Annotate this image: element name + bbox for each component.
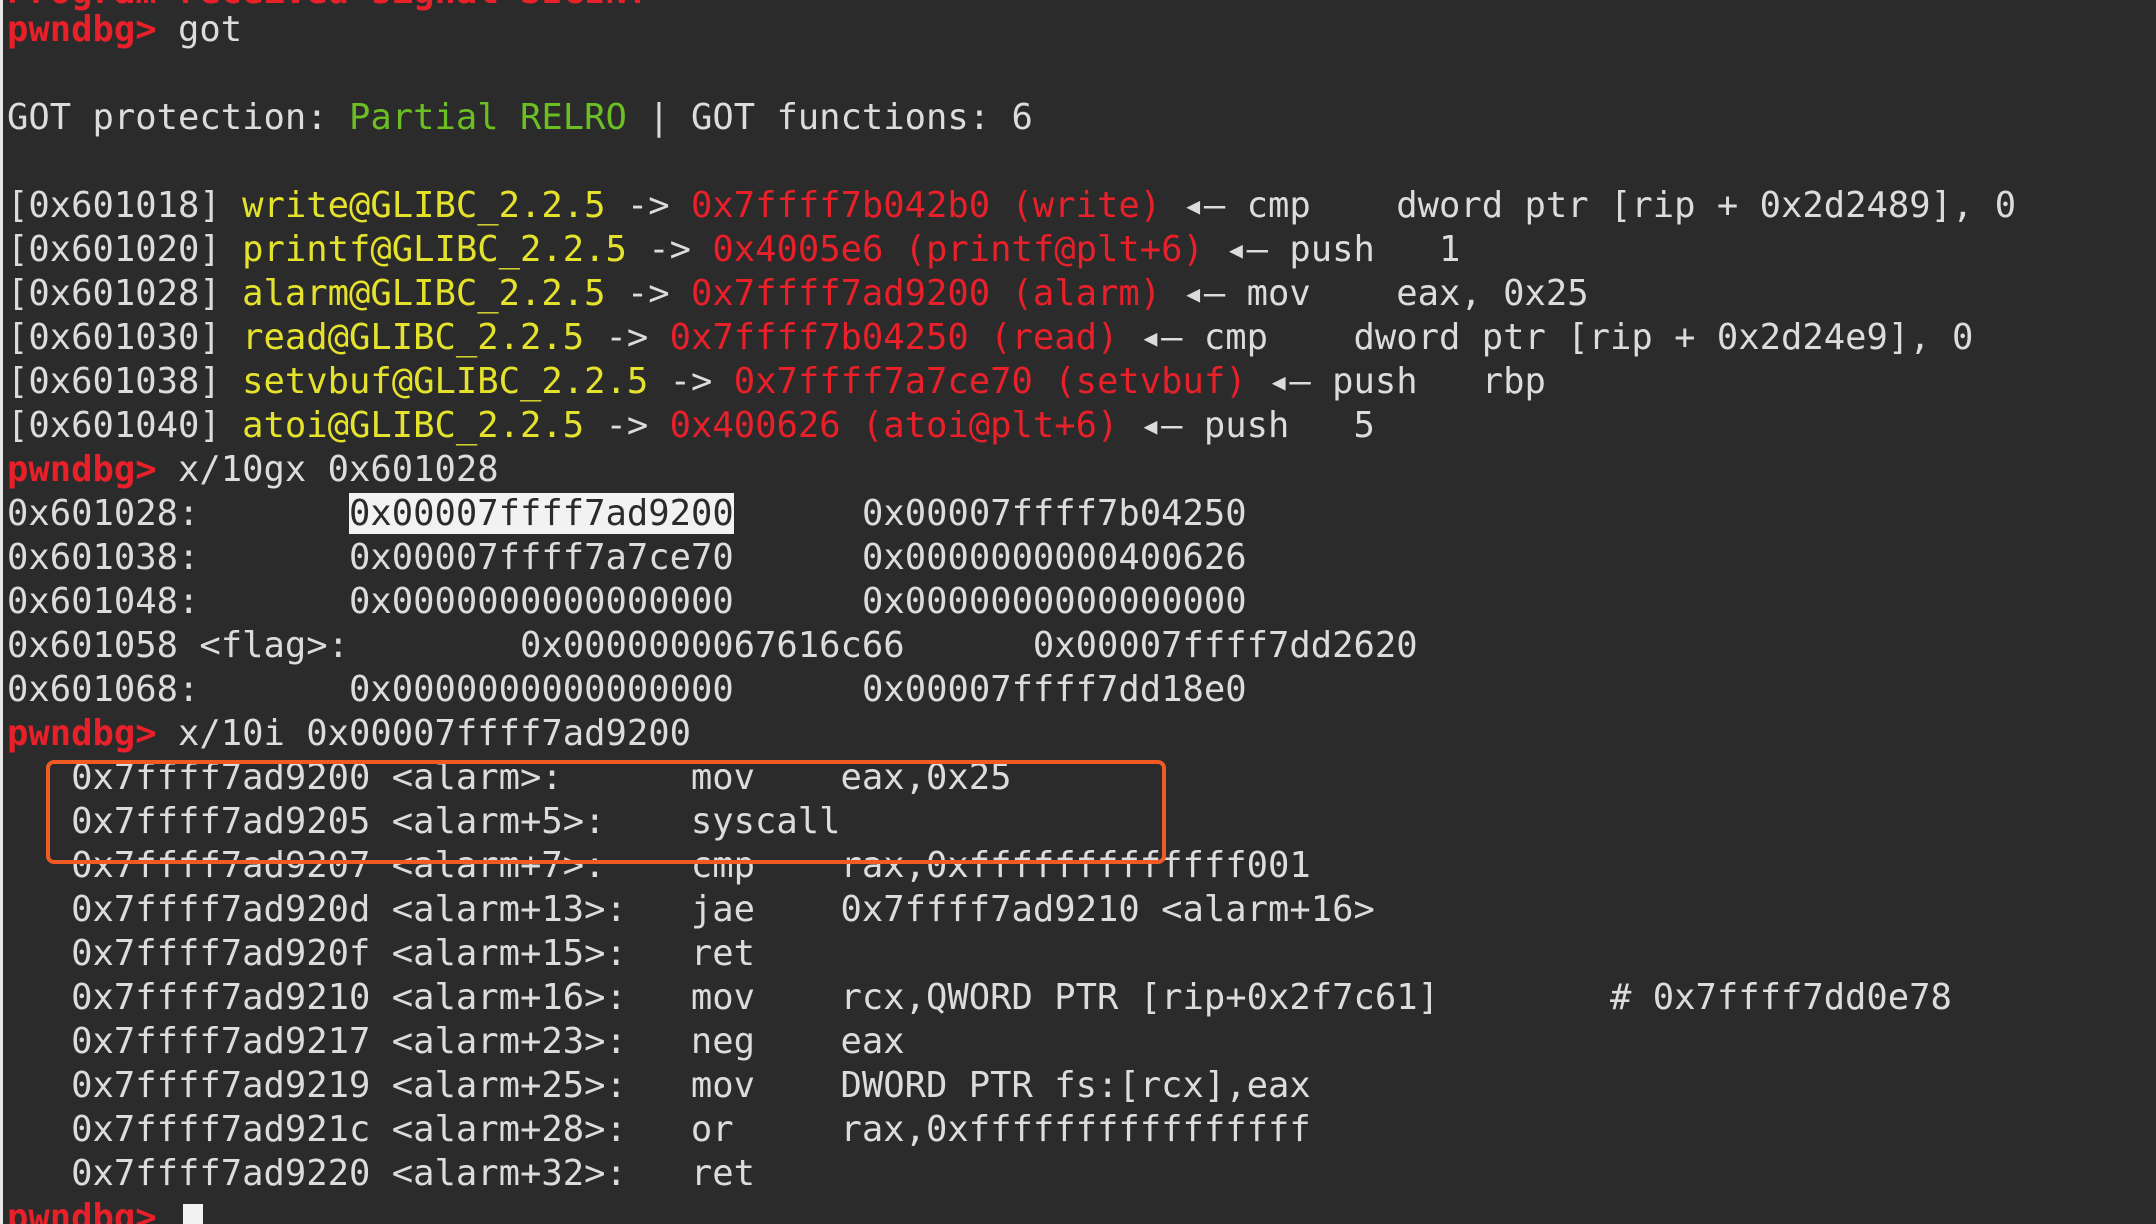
got-arrow: -> bbox=[584, 317, 670, 358]
memory-row: 0x601068: 0x0000000000000000 0x00007ffff… bbox=[7, 668, 1247, 712]
memory-value: 0x00007ffff7dd18e0 bbox=[861, 669, 1247, 710]
got-instruction: ◂— push 1 bbox=[1203, 229, 1461, 270]
got-entry: [0x601028] alarm@GLIBC_2.2.5 -> 0x7ffff7… bbox=[7, 272, 1589, 316]
got-arrow: -> bbox=[584, 405, 670, 446]
memory-row: 0x601028: 0x00007ffff7ad9200 0x00007ffff… bbox=[7, 492, 1247, 536]
got-symbol: setvbuf@GLIBC_2.2.5 bbox=[242, 361, 649, 402]
memory-value: 0x0000000067616c66 bbox=[519, 625, 905, 666]
got-instruction: ◂— push rbp bbox=[1246, 361, 1546, 402]
memory-row: 0x601058 <flag>: 0x0000000067616c66 0x00… bbox=[7, 624, 1418, 668]
asm-row: 0x7ffff7ad920f <alarm+15>: ret bbox=[7, 933, 756, 974]
got-arrow: -> bbox=[626, 229, 713, 270]
memory-value: 0x0000000000400626 bbox=[861, 537, 1247, 578]
prompt: pwndbg> bbox=[7, 713, 157, 754]
command-text: x/10gx 0x601028 bbox=[178, 449, 499, 490]
got-slot: [0x601038] bbox=[7, 361, 221, 402]
memory-value: 0x00007ffff7a7ce70 bbox=[348, 537, 734, 578]
got-target: 0x400626 (atoi@plt+6) bbox=[669, 405, 1119, 446]
got-entry: [0x601040] atoi@GLIBC_2.2.5 -> 0x400626 … bbox=[7, 404, 1375, 448]
got-entry: [0x601038] setvbuf@GLIBC_2.2.5 -> 0x7fff… bbox=[7, 360, 1546, 404]
got-target: 0x7ffff7b042b0 (write) bbox=[690, 185, 1162, 226]
asm-row: 0x7ffff7ad9210 <alarm+16>: mov rcx,QWORD… bbox=[7, 977, 1952, 1018]
got-entry: [0x601030] read@GLIBC_2.2.5 -> 0x7ffff7b… bbox=[7, 316, 1973, 360]
asm-row: 0x7ffff7ad9219 <alarm+25>: mov DWORD PTR… bbox=[7, 1065, 1311, 1106]
memory-value-selected[interactable]: 0x00007ffff7ad9200 bbox=[348, 493, 734, 534]
got-target: 0x4005e6 (printf@plt+6) bbox=[712, 229, 1204, 270]
got-target: 0x7ffff7a7ce70 (setvbuf) bbox=[733, 361, 1247, 402]
command-text: got bbox=[178, 9, 243, 50]
got-instruction: ◂— cmp dword ptr [rip + 0x2d24e9], 0 bbox=[1118, 317, 1974, 358]
got-slot: [0x601040] bbox=[7, 405, 221, 446]
got-slot: [0x601028] bbox=[7, 273, 221, 314]
got-slot: [0x601030] bbox=[7, 317, 221, 358]
memory-value: 0x0000000000000000 bbox=[861, 581, 1247, 622]
memory-value: 0x0000000000000000 bbox=[348, 669, 734, 710]
got-arrow: -> bbox=[648, 361, 734, 402]
command-line-got: pwndbg> got bbox=[7, 8, 242, 52]
memory-row: 0x601048: 0x0000000000000000 0x000000000… bbox=[7, 580, 1247, 624]
memory-value: 0x00007ffff7dd2620 bbox=[1032, 625, 1418, 666]
got-functions-count: | GOT functions: 6 bbox=[626, 97, 1033, 138]
got-entry: [0x601018] write@GLIBC_2.2.5 -> 0x7ffff7… bbox=[7, 184, 2016, 228]
asm-row: 0x7ffff7ad920d <alarm+13>: jae 0x7ffff7a… bbox=[7, 889, 1375, 930]
memory-address: 0x601068: bbox=[7, 669, 200, 710]
asm-row: 0x7ffff7ad9220 <alarm+32>: ret bbox=[7, 1153, 756, 1194]
command-line-current[interactable]: pwndbg> bbox=[7, 1196, 157, 1224]
got-slot: [0x601018] bbox=[7, 185, 221, 226]
got-symbol: alarm@GLIBC_2.2.5 bbox=[242, 273, 606, 314]
got-symbol: read@GLIBC_2.2.5 bbox=[242, 317, 585, 358]
memory-value: 0x0000000000000000 bbox=[348, 581, 734, 622]
got-entry: [0x601020] printf@GLIBC_2.2.5 -> 0x4005e… bbox=[7, 228, 1460, 272]
highlight-box bbox=[46, 760, 1166, 864]
got-slot: [0x601020] bbox=[7, 229, 221, 270]
got-target: 0x7ffff7b04250 (read) bbox=[669, 317, 1119, 358]
command-line-xi: pwndbg> x/10i 0x00007ffff7ad9200 bbox=[7, 712, 691, 756]
got-protection-line: GOT protection: Partial RELRO | GOT func… bbox=[7, 96, 1033, 140]
prompt: pwndbg> bbox=[7, 1197, 157, 1224]
asm-row: 0x7ffff7ad921c <alarm+28>: or rax,0xffff… bbox=[7, 1109, 1311, 1150]
prompt: pwndbg> bbox=[7, 9, 157, 50]
got-target: 0x7ffff7ad9200 (alarm) bbox=[690, 273, 1162, 314]
got-arrow: -> bbox=[605, 273, 691, 314]
got-protection-label: GOT protection: bbox=[7, 97, 349, 138]
relro-status: Partial RELRO bbox=[348, 97, 627, 138]
memory-value: 0x00007ffff7b04250 bbox=[861, 493, 1247, 534]
command-line-xgx: pwndbg> x/10gx 0x601028 bbox=[7, 448, 499, 492]
memory-address: 0x601058 <flag>: bbox=[7, 625, 349, 666]
window-edge bbox=[0, 0, 3, 1224]
memory-row: 0x601038: 0x00007ffff7a7ce70 0x000000000… bbox=[7, 536, 1247, 580]
got-instruction: ◂— mov eax, 0x25 bbox=[1161, 273, 1589, 314]
memory-address: 0x601038: bbox=[7, 537, 200, 578]
got-instruction: ◂— cmp dword ptr [rip + 0x2d2489], 0 bbox=[1161, 185, 2017, 226]
memory-address: 0x601028: bbox=[7, 493, 200, 534]
memory-address: 0x601048: bbox=[7, 581, 200, 622]
got-symbol: atoi@GLIBC_2.2.5 bbox=[242, 405, 585, 446]
got-instruction: ◂— push 5 bbox=[1118, 405, 1375, 446]
got-symbol: printf@GLIBC_2.2.5 bbox=[242, 229, 627, 270]
got-symbol: write@GLIBC_2.2.5 bbox=[242, 185, 606, 226]
terminal-window[interactable]: Program received signal SIGINT pwndbg> g… bbox=[0, 0, 2156, 1224]
asm-row: 0x7ffff7ad9217 <alarm+23>: neg eax bbox=[7, 1021, 905, 1062]
prompt: pwndbg> bbox=[7, 449, 157, 490]
text-cursor bbox=[183, 1204, 203, 1224]
command-text: x/10i 0x00007ffff7ad9200 bbox=[178, 713, 691, 754]
got-arrow: -> bbox=[605, 185, 691, 226]
